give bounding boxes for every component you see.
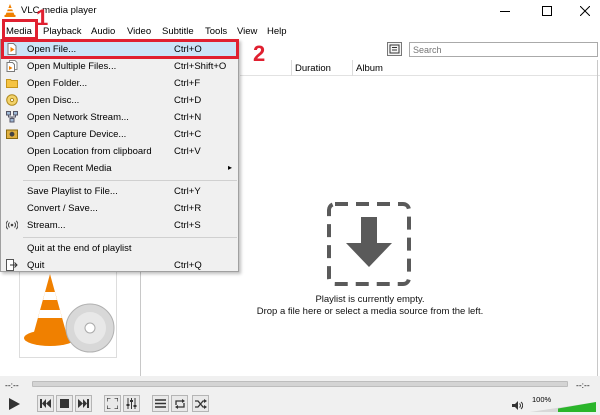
playlist-header: Duration Album	[240, 60, 600, 76]
volume-slider[interactable]	[528, 396, 598, 413]
menu-open-location-clipboard[interactable]: Open Location from clipboard Ctrl+V	[2, 143, 238, 159]
next-icon	[78, 399, 89, 408]
playlist-toggle-button[interactable]	[152, 395, 169, 412]
stop-icon	[60, 399, 69, 408]
play-icon	[9, 397, 20, 410]
quit-icon	[6, 259, 18, 271]
disc-icon	[6, 94, 18, 106]
menu-open-capture-device[interactable]: Open Capture Device... Ctrl+C	[2, 126, 238, 142]
minimize-button[interactable]	[485, 0, 525, 22]
close-icon	[580, 6, 590, 16]
menu-separator	[23, 180, 237, 181]
column-duration[interactable]: Duration	[295, 63, 331, 74]
column-divider	[291, 60, 292, 76]
maximize-button[interactable]	[527, 0, 567, 22]
menu-save-playlist[interactable]: Save Playlist to File... Ctrl+Y	[2, 183, 238, 199]
seek-slider[interactable]	[32, 381, 568, 387]
column-divider	[352, 60, 353, 76]
menu-playback[interactable]: Playback	[43, 26, 82, 37]
media-menu-dropdown: Open File... Ctrl+O Open Multiple Files.…	[0, 39, 239, 272]
menu-view[interactable]: View	[237, 26, 257, 37]
play-button[interactable]	[4, 394, 24, 413]
drop-here-icon	[327, 202, 411, 286]
menu-separator	[23, 237, 237, 238]
window-title: VLC media player	[21, 5, 97, 16]
title-bar: VLC media player	[0, 0, 600, 22]
menu-quit[interactable]: Quit Ctrl+Q	[2, 257, 238, 273]
loop-icon	[174, 398, 185, 409]
capture-icon	[6, 129, 18, 139]
speaker-icon[interactable]	[512, 400, 523, 411]
menu-open-network-stream[interactable]: Open Network Stream... Ctrl+N	[2, 109, 238, 125]
menu-bar: Media Playback Audio Video Subtitle Tool…	[0, 22, 600, 40]
playlist-icon	[155, 399, 166, 408]
annotation-step-2: 2	[253, 41, 266, 66]
files-icon	[6, 60, 18, 72]
menu-open-multiple-files[interactable]: Open Multiple Files... Ctrl+Shift+O	[2, 58, 238, 74]
menu-open-folder[interactable]: Open Folder... Ctrl+F	[2, 75, 238, 91]
playlist-right-border	[597, 60, 598, 376]
loop-button[interactable]	[171, 395, 188, 412]
equalizer-icon	[126, 398, 137, 409]
submenu-arrow-icon: ▸	[228, 163, 233, 172]
shuffle-button[interactable]	[192, 395, 209, 412]
elapsed-time: --:--	[5, 380, 19, 390]
playlist-view-button[interactable]	[387, 42, 402, 56]
close-button[interactable]	[565, 0, 600, 22]
folder-icon	[6, 79, 18, 88]
vlc-cone-icon	[4, 4, 16, 17]
fullscreen-icon	[107, 398, 118, 409]
column-album[interactable]: Album	[356, 63, 383, 74]
shuffle-icon	[194, 398, 207, 409]
menu-audio[interactable]: Audio	[91, 26, 115, 37]
extended-settings-button[interactable]	[123, 395, 140, 412]
menu-quit-end-of-playlist[interactable]: Quit at the end of playlist	[2, 240, 238, 256]
stop-button[interactable]	[56, 395, 73, 412]
total-time: --:--	[576, 380, 590, 390]
maximize-icon	[542, 6, 552, 16]
network-icon	[6, 111, 18, 123]
previous-icon	[40, 399, 51, 408]
playlist-drop-hint: Drop a file here or select a media sourc…	[256, 306, 484, 317]
menu-open-recent-media[interactable]: Open Recent Media ▸	[2, 160, 238, 176]
previous-button[interactable]	[37, 395, 54, 412]
menu-convert-save[interactable]: Convert / Save... Ctrl+R	[2, 200, 238, 216]
menu-stream[interactable]: Stream... Ctrl+S	[2, 217, 238, 233]
menu-video[interactable]: Video	[127, 26, 151, 37]
vlc-cone-disc-art	[24, 274, 115, 353]
stream-icon	[6, 220, 18, 230]
seek-bar-row: --:-- --:--	[0, 376, 600, 392]
annotation-step-1: 1	[36, 5, 49, 30]
minimize-icon	[500, 11, 510, 12]
playback-controls: 100%	[0, 392, 600, 415]
playlist-search-input[interactable]	[409, 42, 598, 57]
menu-open-disc[interactable]: Open Disc... Ctrl+D	[2, 92, 238, 108]
menu-help[interactable]: Help	[267, 26, 287, 37]
next-button[interactable]	[75, 395, 92, 412]
menu-subtitle[interactable]: Subtitle	[162, 26, 194, 37]
highlight-media-menu	[2, 19, 38, 40]
playlist-empty-message: Playlist is currently empty.	[315, 294, 425, 305]
media-art-panel	[19, 270, 117, 358]
menu-tools[interactable]: Tools	[205, 26, 227, 37]
highlight-open-file	[1, 39, 239, 59]
fullscreen-button[interactable]	[104, 395, 121, 412]
list-view-icon	[389, 44, 400, 54]
